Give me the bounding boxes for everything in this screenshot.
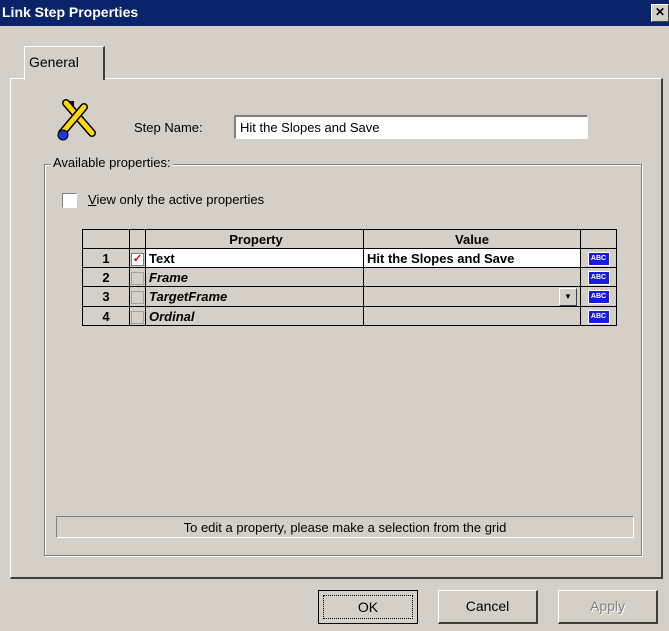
- link-step-icon: [57, 99, 96, 141]
- grid-corner-cell: [82, 229, 130, 249]
- property-name: Ordinal: [145, 306, 364, 326]
- table-row[interactable]: 1 ✓ Text Hit the Slopes and Save ABC: [82, 248, 617, 268]
- type-cell[interactable]: ABC: [580, 267, 617, 287]
- row-active-checkbox[interactable]: ✓: [129, 248, 146, 268]
- row-number: 2: [82, 267, 130, 287]
- property-value[interactable]: [363, 306, 581, 326]
- property-name: Text: [145, 248, 364, 268]
- row-active-checkbox[interactable]: [129, 306, 146, 326]
- row-number: 3: [82, 286, 130, 307]
- abc-icon: ABC: [587, 270, 610, 285]
- apply-button[interactable]: Apply: [558, 590, 658, 624]
- property-name: Frame: [145, 267, 364, 287]
- available-properties-label: Available properties:: [51, 155, 173, 170]
- property-name: TargetFrame: [145, 286, 364, 307]
- ok-button-label: OK: [323, 595, 413, 619]
- grid-check-header: [129, 229, 146, 249]
- table-row[interactable]: 2 Frame ABC: [82, 267, 617, 287]
- tab-general-label: General: [29, 54, 79, 70]
- view-active-checkbox[interactable]: [62, 193, 77, 208]
- tab-general[interactable]: General: [24, 46, 105, 80]
- type-column-header: [580, 229, 617, 249]
- property-grid[interactable]: Property Value 1 ✓ Text Hit the Slopes a…: [82, 229, 617, 326]
- property-column-header: Property: [145, 229, 364, 249]
- type-cell[interactable]: ABC: [580, 286, 617, 307]
- close-button[interactable]: ✕: [651, 4, 669, 22]
- check-icon: ✓: [131, 252, 144, 266]
- row-active-checkbox[interactable]: [129, 286, 146, 307]
- row-number: 4: [82, 306, 130, 326]
- type-cell[interactable]: ABC: [580, 248, 617, 268]
- row-number: 1: [82, 248, 130, 268]
- ok-button[interactable]: OK: [318, 590, 418, 624]
- abc-icon: ABC: [587, 290, 610, 305]
- type-cell[interactable]: ABC: [580, 306, 617, 326]
- title-bar: Link Step Properties ✕: [0, 0, 669, 26]
- table-row[interactable]: 3 TargetFrame ▼ ABC: [82, 286, 617, 307]
- chevron-down-icon[interactable]: ▼: [559, 288, 577, 306]
- table-row[interactable]: 4 Ordinal ABC: [82, 306, 617, 326]
- available-properties-group: [44, 164, 642, 556]
- property-value[interactable]: [363, 267, 581, 287]
- view-active-label[interactable]: View only the active properties: [88, 192, 264, 207]
- view-active-label-rest: iew only the active properties: [96, 192, 265, 207]
- cancel-button[interactable]: Cancel: [438, 590, 538, 624]
- close-icon: ✕: [654, 5, 666, 19]
- window-title: Link Step Properties: [2, 4, 139, 20]
- property-value[interactable]: Hit the Slopes and Save: [363, 248, 581, 268]
- status-hint: To edit a property, please make a select…: [56, 516, 634, 538]
- value-column-header: Value: [363, 229, 581, 249]
- abc-icon: ABC: [587, 251, 610, 266]
- property-value-select[interactable]: ▼: [363, 286, 581, 307]
- step-name-label: Step Name:: [134, 120, 203, 135]
- step-name-input[interactable]: Hit the Slopes and Save: [234, 115, 588, 139]
- row-active-checkbox[interactable]: [129, 267, 146, 287]
- abc-icon: ABC: [587, 309, 610, 324]
